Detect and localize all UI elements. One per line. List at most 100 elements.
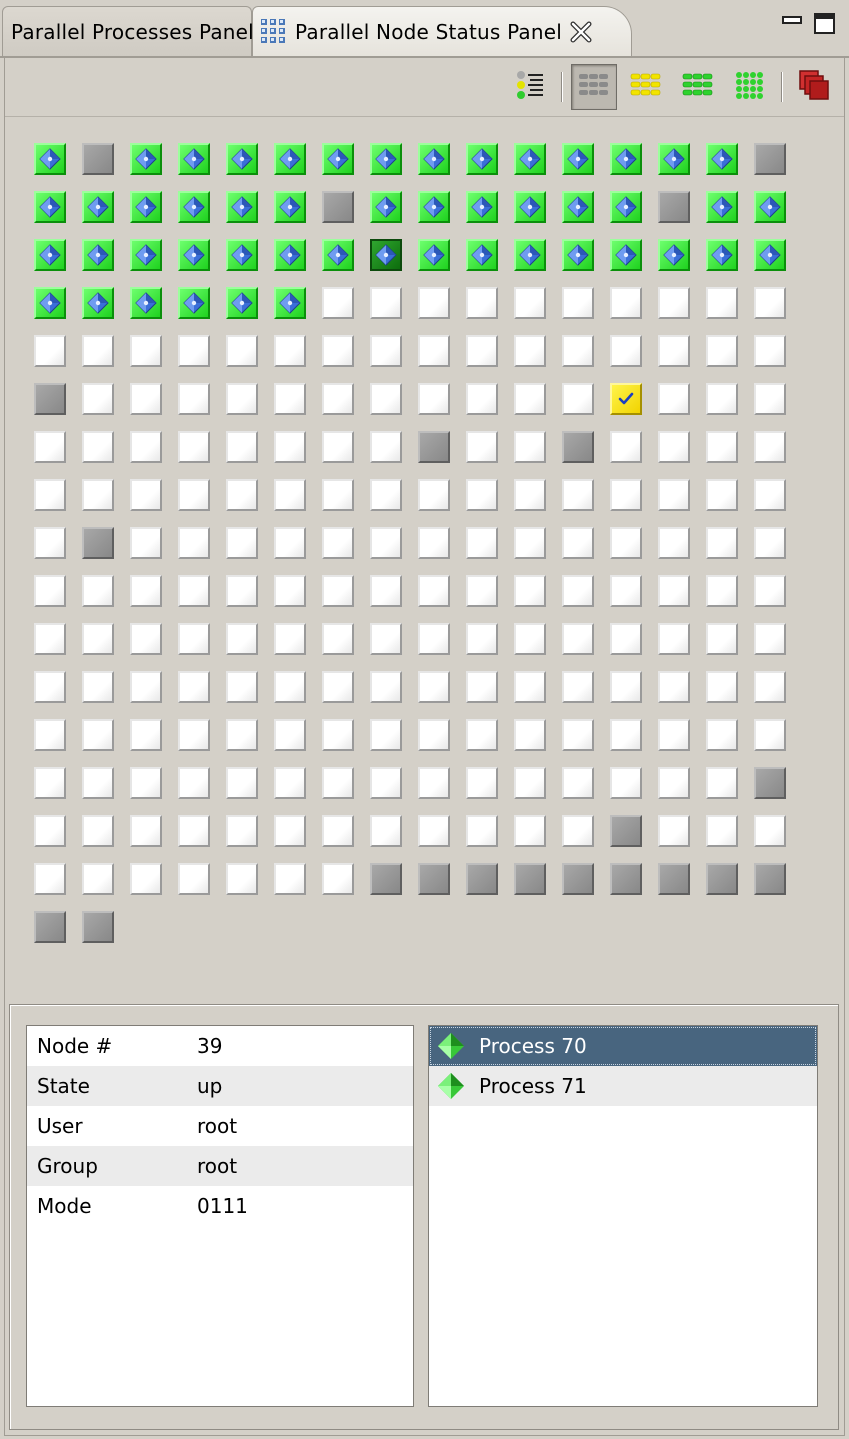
node-cell-empty[interactable] — [274, 767, 306, 799]
node-cell-down[interactable] — [610, 863, 642, 895]
node-cell-empty[interactable] — [178, 815, 210, 847]
node-cell-empty[interactable] — [466, 335, 498, 367]
node-cell-empty[interactable] — [610, 431, 642, 463]
node-cell-running[interactable] — [130, 191, 162, 223]
node-cell-empty[interactable] — [562, 575, 594, 607]
node-cell-empty[interactable] — [274, 719, 306, 751]
attribute-row[interactable]: Node # 39 — [27, 1026, 413, 1066]
node-cell-empty[interactable] — [370, 287, 402, 319]
node-cell-running[interactable] — [274, 191, 306, 223]
node-cell-running[interactable] — [706, 239, 738, 271]
node-cell-empty[interactable] — [706, 623, 738, 655]
node-cell-running[interactable] — [226, 143, 258, 175]
node-cell-empty[interactable] — [610, 767, 642, 799]
node-cell-empty[interactable] — [514, 383, 546, 415]
node-cell-empty[interactable] — [370, 623, 402, 655]
node-cell-empty[interactable] — [178, 767, 210, 799]
node-cell-empty[interactable] — [322, 287, 354, 319]
node-cell-empty[interactable] — [82, 719, 114, 751]
node-cell-empty[interactable] — [82, 767, 114, 799]
process-list-item[interactable]: Process 70 — [429, 1026, 817, 1066]
node-cell-empty[interactable] — [658, 719, 690, 751]
node-cell-empty[interactable] — [418, 623, 450, 655]
node-cell-empty[interactable] — [34, 863, 66, 895]
node-cell-empty[interactable] — [706, 527, 738, 559]
node-cell-empty[interactable] — [562, 287, 594, 319]
node-cell-empty[interactable] — [178, 383, 210, 415]
node-cell-empty[interactable] — [610, 719, 642, 751]
node-cell-empty[interactable] — [658, 575, 690, 607]
node-cell-empty[interactable] — [82, 479, 114, 511]
node-cell-empty[interactable] — [370, 575, 402, 607]
node-cell-empty[interactable] — [274, 671, 306, 703]
node-cell-running[interactable] — [226, 239, 258, 271]
node-cell-empty[interactable] — [322, 815, 354, 847]
node-cell-empty[interactable] — [466, 431, 498, 463]
node-cell-running[interactable] — [82, 191, 114, 223]
node-cell-empty[interactable] — [418, 287, 450, 319]
dense-grid-button[interactable] — [727, 64, 773, 110]
node-cell-empty[interactable] — [226, 575, 258, 607]
node-cell-running[interactable] — [274, 287, 306, 319]
node-cell-empty[interactable] — [178, 431, 210, 463]
node-cell-down[interactable] — [658, 863, 690, 895]
node-cell-empty[interactable] — [274, 479, 306, 511]
node-cell-empty[interactable] — [370, 479, 402, 511]
node-cell-empty[interactable] — [754, 671, 786, 703]
node-cell-empty[interactable] — [514, 287, 546, 319]
node-cell-empty[interactable] — [34, 719, 66, 751]
node-cell-running[interactable] — [466, 239, 498, 271]
node-cell-empty[interactable] — [130, 527, 162, 559]
node-cell-running[interactable] — [178, 191, 210, 223]
node-cell-running[interactable] — [466, 191, 498, 223]
node-cell-running[interactable] — [610, 191, 642, 223]
node-cell-running[interactable] — [130, 287, 162, 319]
node-cell-empty[interactable] — [610, 527, 642, 559]
node-cell-running[interactable] — [514, 239, 546, 271]
node-cell-empty[interactable] — [514, 527, 546, 559]
node-cell-empty[interactable] — [658, 623, 690, 655]
node-cell-empty[interactable] — [658, 815, 690, 847]
node-cell-empty[interactable] — [322, 335, 354, 367]
node-cell-empty[interactable] — [706, 767, 738, 799]
node-cell-empty[interactable] — [658, 767, 690, 799]
node-cell-down[interactable] — [754, 767, 786, 799]
node-cell-empty[interactable] — [466, 671, 498, 703]
node-cell-empty[interactable] — [274, 863, 306, 895]
node-cell-empty[interactable] — [322, 863, 354, 895]
node-cell-empty[interactable] — [658, 431, 690, 463]
tab-parallel-processes[interactable]: Parallel Processes Panel — [2, 6, 254, 56]
node-cell-running[interactable] — [466, 143, 498, 175]
node-cell-empty[interactable] — [322, 719, 354, 751]
node-cell-running[interactable] — [514, 191, 546, 223]
node-cell-empty[interactable] — [130, 719, 162, 751]
node-cell-empty[interactable] — [706, 383, 738, 415]
node-cell-running[interactable] — [34, 143, 66, 175]
node-cell-empty[interactable] — [130, 815, 162, 847]
node-cell-empty[interactable] — [178, 575, 210, 607]
node-cell-selected[interactable] — [370, 239, 402, 271]
node-cell-running[interactable] — [562, 239, 594, 271]
process-list-item[interactable]: Process 71 — [429, 1066, 817, 1106]
node-cell-running[interactable] — [178, 239, 210, 271]
node-cell-down[interactable] — [754, 143, 786, 175]
node-cell-empty[interactable] — [322, 527, 354, 559]
node-cell-running[interactable] — [130, 143, 162, 175]
node-cell-empty[interactable] — [514, 431, 546, 463]
node-cell-down[interactable] — [466, 863, 498, 895]
node-cell-running[interactable] — [34, 287, 66, 319]
node-cell-empty[interactable] — [562, 479, 594, 511]
node-cell-empty[interactable] — [34, 431, 66, 463]
node-cell-empty[interactable] — [322, 767, 354, 799]
node-cell-empty[interactable] — [226, 767, 258, 799]
yellow-grid-button[interactable] — [623, 64, 669, 110]
green-grid-button[interactable] — [675, 64, 721, 110]
attribute-row[interactable]: Group root — [27, 1146, 413, 1186]
node-cell-down[interactable] — [658, 191, 690, 223]
node-cell-empty[interactable] — [130, 479, 162, 511]
node-cell-empty[interactable] — [514, 335, 546, 367]
node-cell-empty[interactable] — [514, 671, 546, 703]
node-cell-down[interactable] — [514, 863, 546, 895]
node-cell-empty[interactable] — [562, 815, 594, 847]
node-cell-empty[interactable] — [370, 335, 402, 367]
